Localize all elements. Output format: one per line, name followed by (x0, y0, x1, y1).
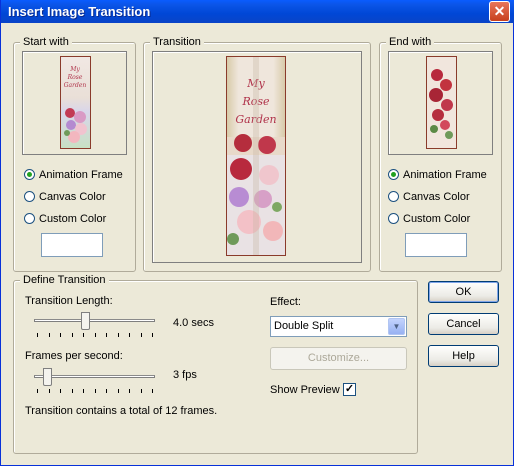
transition-length-thumb[interactable] (81, 312, 91, 330)
cancel-button[interactable]: Cancel (428, 313, 499, 335)
transition-length-track[interactable] (34, 319, 155, 322)
window-title: Insert Image Transition (8, 4, 151, 19)
end-with-legend: End with (386, 36, 435, 48)
end-radio-animation-frame-dot (388, 169, 399, 180)
title-bar[interactable]: Insert Image Transition ✕ (1, 0, 514, 23)
slider-tick (129, 333, 130, 337)
show-preview-checkbox[interactable]: ✓ (343, 383, 356, 396)
slider-tick (48, 333, 50, 337)
end-frame-art (429, 69, 453, 139)
define-transition-group: Define Transition Transition Length: 4.0… (13, 274, 418, 454)
end-frame-image (426, 56, 457, 149)
slider-tick (37, 389, 38, 393)
slider-tick (83, 389, 84, 393)
slider-tick (60, 333, 61, 337)
frames-per-second-value: 3 fps (173, 369, 197, 381)
start-custom-color-swatch[interactable] (41, 233, 103, 257)
slider-tick (94, 333, 96, 337)
slider-tick (37, 333, 38, 337)
slider-tick (48, 389, 50, 393)
transition-frame-image: My Rose Garden (226, 56, 286, 256)
close-button[interactable]: ✕ (489, 1, 510, 22)
frames-summary: Transition contains a total of 12 frames… (25, 405, 218, 417)
end-radio-custom-color-label: Custom Color (403, 213, 471, 225)
effect-select[interactable]: Double Split ▼ (270, 316, 407, 337)
transition-length-value: 4.0 secs (173, 317, 214, 329)
slider-tick (140, 333, 142, 337)
end-radio-canvas-color-label: Canvas Color (403, 191, 470, 203)
help-button[interactable]: Help (428, 345, 499, 367)
show-preview-label: Show Preview (270, 384, 340, 396)
close-icon: ✕ (493, 3, 506, 19)
svg-text:Garden: Garden (64, 82, 87, 89)
slider-tick (117, 333, 119, 337)
ok-button[interactable]: OK (428, 281, 499, 303)
transition-length-label: Transition Length: (25, 295, 113, 307)
start-radio-canvas-color-label: Canvas Color (39, 191, 106, 203)
end-with-group: End with Animation Frame Canvas Color Cu… (379, 36, 502, 272)
end-radio-custom-color-dot (388, 213, 399, 224)
transition-frame-art: My Rose Garden (227, 57, 285, 255)
chevron-down-icon[interactable]: ▼ (388, 318, 405, 335)
slider-tick (106, 333, 107, 337)
start-radio-animation-frame-dot (24, 169, 35, 180)
transition-preview: My Rose Garden (152, 51, 362, 263)
define-transition-legend: Define Transition (20, 274, 109, 286)
slider-tick (60, 389, 61, 393)
start-radio-animation-frame[interactable]: Animation Frame (24, 169, 123, 181)
svg-text:Rose: Rose (67, 74, 83, 81)
frames-per-second-track[interactable] (34, 375, 155, 378)
slider-tick (71, 389, 73, 393)
customize-button[interactable]: Customize... (270, 347, 407, 370)
slider-tick (71, 333, 73, 337)
start-radio-custom-color-label: Custom Color (39, 213, 107, 225)
slider-tick (152, 333, 153, 337)
end-radio-animation-frame[interactable]: Animation Frame (388, 169, 487, 181)
start-with-group: Start with My Rose Garden Animation Fram… (13, 36, 136, 272)
transition-legend: Transition (150, 36, 204, 48)
svg-text:My: My (69, 66, 80, 73)
transition-group: Transition My Rose Garden (143, 36, 371, 272)
effect-label: Effect: (270, 296, 301, 308)
start-frame-art: My Rose Garden (64, 66, 87, 143)
slider-tick (94, 389, 96, 393)
slider-tick (117, 389, 119, 393)
slider-tick (83, 333, 84, 337)
frames-per-second-thumb[interactable] (42, 368, 52, 386)
end-custom-color-swatch[interactable] (405, 233, 467, 257)
start-radio-canvas-color[interactable]: Canvas Color (24, 191, 106, 203)
slider-tick (106, 389, 107, 393)
frames-per-second-label: Frames per second: (25, 350, 123, 362)
start-radio-animation-frame-label: Animation Frame (39, 169, 123, 181)
end-radio-animation-frame-label: Animation Frame (403, 169, 487, 181)
start-frame-image: My Rose Garden (60, 56, 91, 149)
start-radio-canvas-color-dot (24, 191, 35, 202)
end-radio-canvas-color[interactable]: Canvas Color (388, 191, 470, 203)
dialog-window: Insert Image Transition ✕ Start with My … (0, 0, 514, 466)
end-radio-canvas-color-dot (388, 191, 399, 202)
start-radio-custom-color-dot (24, 213, 35, 224)
slider-tick (129, 389, 130, 393)
start-radio-custom-color[interactable]: Custom Color (24, 213, 106, 225)
start-preview: My Rose Garden (22, 51, 127, 155)
slider-tick (140, 389, 142, 393)
end-preview (388, 51, 493, 155)
end-radio-custom-color[interactable]: Custom Color (388, 213, 470, 225)
start-with-legend: Start with (20, 36, 72, 48)
effect-select-value: Double Split (274, 320, 334, 332)
slider-tick (152, 389, 153, 393)
